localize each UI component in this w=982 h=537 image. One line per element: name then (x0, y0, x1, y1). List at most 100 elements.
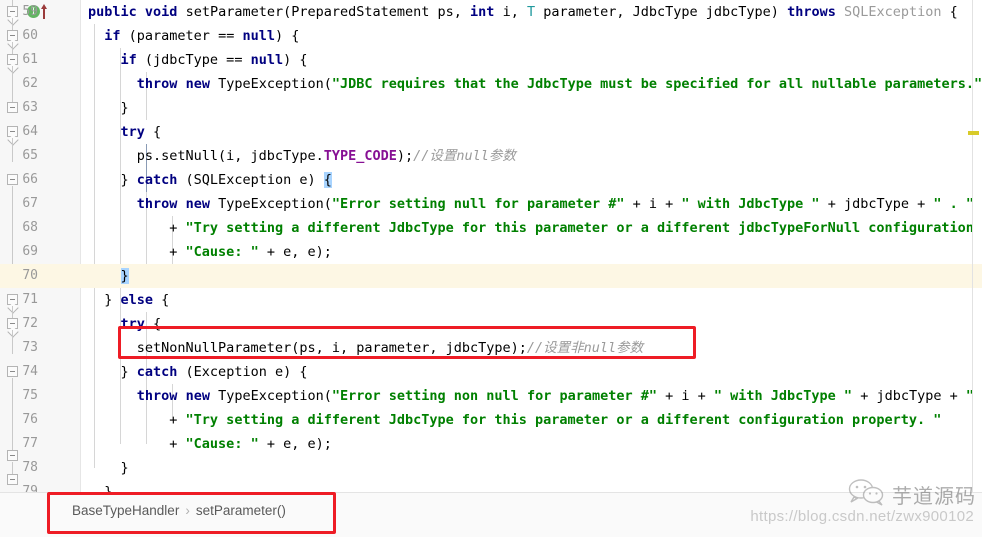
code-text[interactable]: } (88, 264, 129, 288)
line-number[interactable]: 74 (0, 360, 38, 384)
line-number[interactable]: 65 (0, 144, 38, 168)
code-text[interactable]: if (parameter == null) { (88, 24, 299, 48)
line-number[interactable]: 71 (0, 288, 38, 312)
code-line-77[interactable]: 77 + "Cause: " + e, e); (0, 432, 982, 456)
code-token: + e, e); (258, 244, 332, 260)
line-number[interactable]: 62 (0, 72, 38, 96)
code-token: + (88, 220, 186, 236)
line-number[interactable]: 64 (0, 120, 38, 144)
code-token: null (242, 28, 275, 44)
code-line-78[interactable]: 78 } (0, 456, 982, 480)
code-text[interactable]: throw new TypeException("JDBC requires t… (88, 72, 982, 96)
code-token: new (185, 388, 210, 404)
code-text[interactable]: } catch (SQLException e) { (88, 168, 332, 192)
code-editor-pane[interactable]: I 59 public void setParameter(PreparedSta… (0, 0, 982, 524)
code-token: setParameter(PreparedStatement ps, (177, 4, 471, 20)
code-line-61[interactable]: 61 if (jdbcType == null) { (0, 48, 982, 72)
code-line-73[interactable]: 73 setNonNullParameter(ps, i, parameter,… (0, 336, 982, 360)
breadcrumb-class[interactable]: BaseTypeHandler (72, 503, 179, 518)
code-line-67[interactable]: 67 throw new TypeException("Error settin… (0, 192, 982, 216)
code-token: } (88, 460, 129, 476)
line-number[interactable]: 73 (0, 336, 38, 360)
code-token: ) { (283, 52, 308, 68)
code-line-69[interactable]: 69 + "Cause: " + e, e); (0, 240, 982, 264)
line-number[interactable]: 66 (0, 168, 38, 192)
watermark-url: https://blog.csdn.net/zwx900102 (750, 508, 974, 525)
code-line-71[interactable]: 71 } else { (0, 288, 982, 312)
code-line-68[interactable]: 68 + "Try setting a different JdbcType f… (0, 216, 982, 240)
code-text[interactable]: + "Try setting a different JdbcType for … (88, 216, 982, 240)
code-token: + (88, 436, 186, 452)
code-token: + jdbcType + (819, 196, 934, 212)
code-text[interactable]: setNonNullParameter(ps, i, parameter, jd… (88, 336, 643, 360)
code-line-74[interactable]: 74 } catch (Exception e) { (0, 360, 982, 384)
breadcrumb-method[interactable]: setParameter() (196, 503, 286, 518)
code-text[interactable]: } (88, 96, 129, 120)
line-number[interactable]: 72 (0, 312, 38, 336)
code-text[interactable]: } catch (Exception e) { (88, 360, 308, 384)
code-token: (jdbcType == (136, 52, 251, 68)
line-number[interactable]: 61 (0, 48, 38, 72)
line-number[interactable]: 67 (0, 192, 38, 216)
code-line-60[interactable]: 60 if (parameter == null) { (0, 24, 982, 48)
code-line-59[interactable]: 59 public void setParameter(PreparedState… (0, 0, 982, 24)
code-text[interactable]: } (88, 456, 129, 480)
code-token: { (941, 4, 958, 20)
code-text[interactable]: + "Cause: " + e, e); (88, 432, 332, 456)
scrollbar-track[interactable] (972, 0, 973, 492)
code-text[interactable]: throw new TypeException("Error setting n… (88, 192, 974, 216)
line-number[interactable]: 77 (0, 432, 38, 456)
code-text[interactable]: public void setParameter(PreparedStateme… (88, 0, 958, 24)
code-token: catch (136, 364, 178, 380)
scrollbar-warning-marker[interactable] (968, 131, 979, 135)
line-number[interactable]: 60 (0, 24, 38, 48)
code-line-72[interactable]: 72 try { (0, 312, 982, 336)
code-token: //设置非null参数 (526, 340, 644, 356)
code-token: parameter, JdbcType jdbcType) (535, 4, 788, 20)
code-token: + jdbcType + (852, 388, 966, 404)
code-text[interactable]: try { (88, 312, 162, 336)
code-token: //设置null参数 (413, 148, 516, 164)
line-number[interactable]: 75 (0, 384, 38, 408)
code-token: T (526, 4, 536, 20)
code-text[interactable]: + "Try setting a different JdbcType for … (88, 408, 941, 432)
code-token: throw (136, 76, 178, 92)
code-text[interactable]: } else { (88, 288, 169, 312)
code-token: "JDBC requires that the JdbcType must be… (331, 76, 982, 92)
code-token: TypeException( (209, 388, 332, 404)
code-token: (Exception e) { (177, 364, 308, 380)
line-number[interactable]: 78 (0, 456, 38, 480)
code-token: new (185, 196, 210, 212)
code-token: } (88, 364, 137, 380)
line-number[interactable]: 76 (0, 408, 38, 432)
line-number[interactable]: 68 (0, 216, 38, 240)
code-token: (parameter == (120, 28, 243, 44)
line-number[interactable]: 63 (0, 96, 38, 120)
code-text[interactable]: ps.setNull(i, jdbcType.TYPE_CODE);//设置nu… (88, 144, 516, 168)
code-text[interactable]: throw new TypeException("Error setting n… (88, 384, 982, 408)
code-token: + i + (624, 196, 682, 212)
code-line-65[interactable]: 65 ps.setNull(i, jdbcType.TYPE_CODE);//设… (0, 144, 982, 168)
code-line-63[interactable]: 63 } (0, 96, 982, 120)
code-line-66[interactable]: 66 } catch (SQLException e) { (0, 168, 982, 192)
code-line-64[interactable]: 64 try { (0, 120, 982, 144)
code-token: int (470, 4, 495, 20)
line-number[interactable]: 69 (0, 240, 38, 264)
code-line-76[interactable]: 76 + "Try setting a different JdbcType f… (0, 408, 982, 432)
code-line-75[interactable]: 75 throw new TypeException("Error settin… (0, 384, 982, 408)
ide-code-editor-screenshot: I 59 public void setParameter(PreparedSta… (0, 0, 982, 537)
code-text[interactable]: if (jdbcType == null) { (88, 48, 308, 72)
code-token: ) { (274, 28, 300, 44)
code-line-70[interactable]: 70 } (0, 264, 982, 288)
code-text[interactable]: try { (88, 120, 162, 144)
wechat-logo-icon (847, 478, 885, 510)
code-text[interactable]: + "Cause: " + e, e); (88, 240, 332, 264)
line-number[interactable]: 70 (0, 264, 38, 288)
code-line-62[interactable]: 62 throw new TypeException("JDBC require… (0, 72, 982, 96)
line-number[interactable]: 59 (0, 0, 38, 24)
breadcrumb[interactable]: BaseTypeHandler › setParameter() (72, 503, 286, 518)
